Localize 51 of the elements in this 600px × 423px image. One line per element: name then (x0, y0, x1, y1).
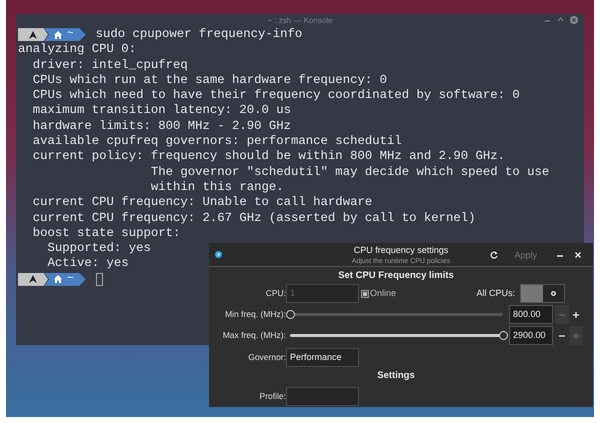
section-heading: Settings (376, 369, 416, 383)
field-label: Governor: (247, 351, 286, 364)
dialog-title: CPU frequency settings (354, 245, 448, 256)
slider-thumb[interactable] (286, 310, 295, 319)
output-line: The governor "schedutil" may decide which speed to use (150, 164, 550, 180)
maximize-icon[interactable] (557, 16, 564, 23)
output-line: hardware limits: 800 MHz - 2.90 GHz (32, 118, 292, 134)
field-label: All CPUs: (476, 286, 515, 300)
peak-icon (29, 30, 37, 39)
checkbox-label: Online (370, 286, 396, 300)
minus-icon (559, 332, 565, 338)
command-text: sudo cpupower frequency-info (96, 27, 302, 42)
ring-icon (550, 291, 556, 296)
output-line: Supported: yes (46, 241, 151, 256)
home-icon (54, 275, 62, 284)
prompt-path: ~ (67, 27, 74, 42)
slider-thumb[interactable] (499, 331, 508, 340)
output-line: current policy: frequency should be within 800 MHz and 2.90 GHz. (32, 149, 506, 165)
close-icon (575, 252, 581, 258)
output-line: Active: yes (46, 256, 129, 272)
output-line: driver: intel_cpufreq (32, 58, 188, 73)
close-icon[interactable] (570, 16, 578, 24)
prompt-path: ~ (67, 272, 74, 287)
output-line: available cpufreq governors: performance schedutil (32, 134, 402, 150)
output-line: CPUs which run at the same hardware frequency: 0 (32, 72, 387, 88)
app-icon (215, 251, 222, 258)
output-line: analyzing CPU 0: (18, 42, 136, 58)
profile-field[interactable] (286, 387, 359, 406)
refresh-icon (490, 250, 498, 258)
spin-field[interactable]: 2900.00 (509, 326, 553, 345)
section-heading: Set CPU Frequency limits (337, 269, 455, 283)
window-title: ~ : zsh — Konsole (267, 14, 333, 26)
output-line: CPUs which need to have their frequency coordinated by software: 0 (32, 88, 520, 104)
spin-field[interactable]: 800.00 (509, 305, 553, 324)
field-label: Profile: (258, 390, 286, 403)
text-cursor (96, 272, 103, 286)
minus-icon (559, 312, 565, 318)
output-line: maximum transition latency: 20.0 us (32, 103, 292, 119)
output-line: within this range. (150, 180, 284, 196)
all-cpus-switch[interactable] (520, 284, 565, 303)
peak-icon (29, 275, 37, 284)
output-line: current CPU frequency: Unable to call hardware (32, 195, 372, 211)
field-label: Max freq. (MHz): (222, 329, 286, 342)
field-label: Min freq. (MHz): (224, 308, 286, 321)
output-line: boost state support: (32, 226, 180, 242)
field-label: CPU: (264, 287, 286, 300)
output-line: current CPU frequency: 2.67 GHz (asserted by call to kernel) (32, 210, 476, 226)
governor-dropdown[interactable]: Performance (286, 348, 359, 367)
plus-icon (573, 332, 579, 338)
plus-icon (573, 312, 579, 318)
home-icon (54, 30, 62, 39)
